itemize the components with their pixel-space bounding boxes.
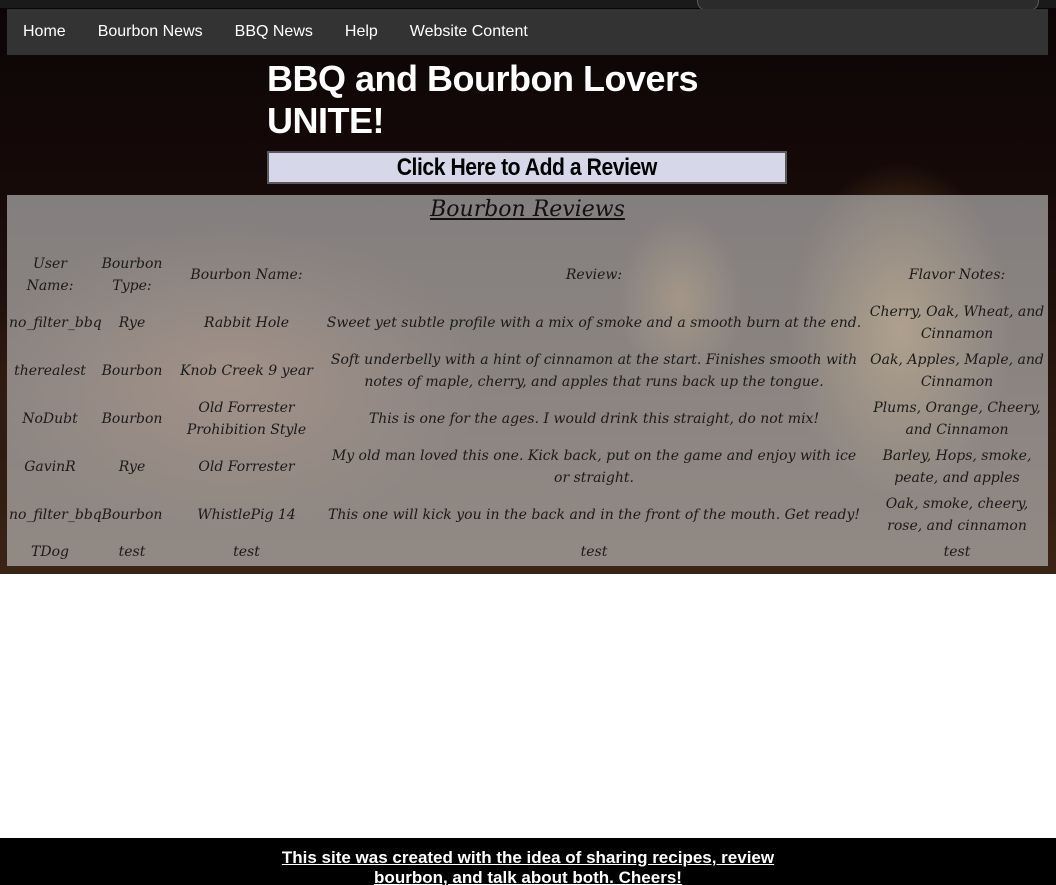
reviews-title: Bourbon Reviews [430, 197, 625, 222]
cell-review: This one will kick you in the back and i… [327, 507, 861, 523]
cell-flavor-notes: Oak, smoke, cheery, rose, and cinnamon [885, 496, 1029, 534]
cell-flavor-notes: Plums, Orange, Cheery, and Cinnamon [873, 400, 1041, 438]
reviews-table: User Name: Bourbon Type: Bourbon Name: R… [7, 251, 1048, 565]
cell-user-name: no_filter_bbq [9, 507, 102, 523]
cell-bourbon-name: Rabbit Hole [203, 315, 290, 331]
cell-bourbon-name: test [233, 544, 260, 560]
cell-review: Soft underbelly with a hint of cinnamon … [330, 352, 858, 390]
cell-bourbon-name: Old Forrester Prohibition Style [186, 400, 307, 438]
table-row: no_filter_bbq Bourbon WhistlePig 14 This… [7, 491, 1048, 539]
table-row: TDog test test test test [7, 539, 1048, 565]
top-navbar: Home Bourbon News BBQ News Help Website … [7, 9, 1048, 55]
column-header-bourbon-type: Bourbon Type: [101, 256, 163, 294]
nav-link-home[interactable]: Home [7, 9, 82, 55]
column-header-bourbon-name: Bourbon Name: [190, 267, 303, 283]
table-row: no_filter_bbq Rye Rabbit Hole Sweet yet … [7, 299, 1048, 347]
cell-user-name: NoDubt [22, 411, 78, 427]
cell-bourbon-type: Bourbon [101, 363, 163, 379]
cell-bourbon-name: WhistlePig 14 [197, 507, 296, 523]
nav-link-help[interactable]: Help [329, 9, 394, 55]
table-header-row: User Name: Bourbon Type: Bourbon Name: R… [7, 251, 1048, 299]
cell-user-name: no_filter_bbq [9, 315, 102, 331]
cell-bourbon-name: Knob Creek 9 year [180, 363, 313, 379]
table-row: GavinR Rye Old Forrester My old man love… [7, 443, 1048, 491]
footer-link[interactable]: This site was created with the idea of s… [258, 848, 798, 885]
cell-user-name: GavinR [24, 459, 76, 475]
table-row: therealest Bourbon Knob Creek 9 year Sof… [7, 347, 1048, 395]
add-review-button[interactable]: Click Here to Add a Review [267, 151, 787, 184]
cell-bourbon-name: Old Forrester [198, 459, 295, 475]
cell-review: test [580, 544, 608, 560]
cell-bourbon-type: test [118, 544, 146, 560]
cell-bourbon-type: Bourbon [101, 507, 163, 523]
cell-bourbon-type: Bourbon [101, 411, 163, 427]
cell-review: Sweet yet subtle profile with a mix of s… [326, 315, 862, 331]
cell-flavor-notes: test [943, 544, 971, 560]
cell-user-name: TDog [31, 544, 69, 560]
table-row: NoDubt Bourbon Old Forrester Prohibition… [7, 395, 1048, 443]
nav-link-bourbon-news[interactable]: Bourbon News [82, 9, 219, 55]
cell-review: This is one for the ages. I would drink … [368, 411, 820, 427]
nav-link-website-content[interactable]: Website Content [394, 9, 544, 55]
cell-bourbon-type: Rye [118, 315, 146, 331]
footer: This site was created with the idea of s… [0, 838, 1056, 885]
nav-link-bbq-news[interactable]: BBQ News [219, 9, 329, 55]
cell-flavor-notes: Cherry, Oak, Wheat, and Cinnamon [869, 304, 1045, 342]
column-header-user-name: User Name: [26, 256, 74, 294]
page-title: BBQ and Bourbon Lovers UNITE! [267, 58, 699, 141]
column-header-review: Review: [565, 267, 623, 283]
column-header-flavor-notes: Flavor Notes: [908, 267, 1006, 283]
cell-flavor-notes: Barley, Hops, smoke, peate, and apples [882, 448, 1032, 486]
reviews-panel: Bourbon Reviews User Name: Bourbon Type:… [7, 195, 1048, 566]
cell-user-name: therealest [14, 363, 86, 379]
cell-flavor-notes: Oak, Apples, Maple, and Cinnamon [870, 352, 1044, 390]
add-review-button-label: Click Here to Add a Review [396, 154, 658, 181]
cell-review: My old man loved this one. Kick back, pu… [331, 448, 857, 486]
cell-bourbon-type: Rye [118, 459, 146, 475]
